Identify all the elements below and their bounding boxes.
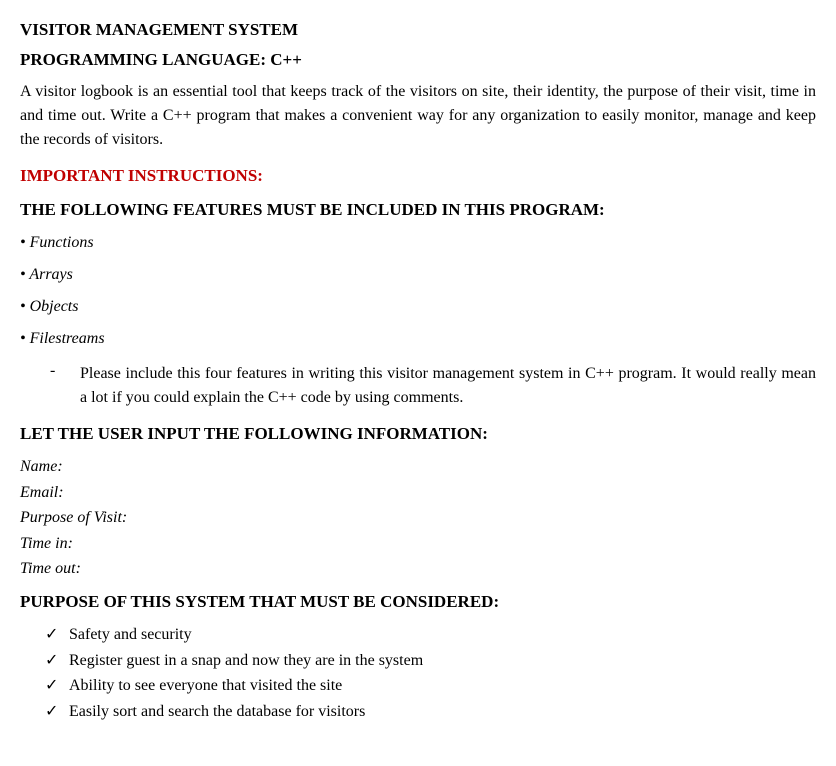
input-field-label: Email: bbox=[20, 480, 816, 506]
input-field-label: Time in: bbox=[20, 531, 816, 557]
check-icon: ✓ bbox=[45, 699, 69, 725]
dash-bullet: - bbox=[50, 362, 80, 410]
purpose-item: ✓ Safety and security bbox=[45, 622, 816, 648]
input-field-label: Time out: bbox=[20, 556, 816, 582]
purpose-item: ✓ Easily sort and search the database fo… bbox=[45, 699, 816, 725]
feature-item: • Filestreams bbox=[20, 330, 816, 348]
purpose-text: Register guest in a snap and now they ar… bbox=[69, 648, 423, 674]
feature-item: • Arrays bbox=[20, 266, 816, 284]
purpose-item: ✓ Register guest in a snap and now they … bbox=[45, 648, 816, 674]
features-heading: THE FOLLOWING FEATURES MUST BE INCLUDED … bbox=[20, 200, 816, 220]
instruction-note: - Please include this four features in w… bbox=[50, 362, 816, 410]
purpose-item: ✓ Ability to see everyone that visited t… bbox=[45, 673, 816, 699]
note-text: Please include this four features in wri… bbox=[80, 362, 816, 410]
purpose-text: Safety and security bbox=[69, 622, 192, 648]
intro-paragraph: A visitor logbook is an essential tool t… bbox=[20, 80, 816, 152]
title-heading: VISITOR MANAGEMENT SYSTEM bbox=[20, 20, 816, 40]
purpose-list: ✓ Safety and security ✓ Register guest i… bbox=[45, 622, 816, 724]
purpose-text: Ability to see everyone that visited the… bbox=[69, 673, 342, 699]
purpose-text: Easily sort and search the database for … bbox=[69, 699, 365, 725]
input-fields-list: Name: Email: Purpose of Visit: Time in: … bbox=[20, 454, 816, 582]
purpose-heading: PURPOSE OF THIS SYSTEM THAT MUST BE CONS… bbox=[20, 592, 816, 612]
feature-item: • Objects bbox=[20, 298, 816, 316]
input-info-heading: LET THE USER INPUT THE FOLLOWING INFORMA… bbox=[20, 424, 816, 444]
check-icon: ✓ bbox=[45, 622, 69, 648]
important-instructions-heading: IMPORTANT INSTRUCTIONS: bbox=[20, 166, 816, 186]
input-field-label: Purpose of Visit: bbox=[20, 505, 816, 531]
check-icon: ✓ bbox=[45, 648, 69, 674]
language-heading: PROGRAMMING LANGUAGE: C++ bbox=[20, 50, 816, 70]
feature-item: • Functions bbox=[20, 234, 816, 252]
check-icon: ✓ bbox=[45, 673, 69, 699]
input-field-label: Name: bbox=[20, 454, 816, 480]
